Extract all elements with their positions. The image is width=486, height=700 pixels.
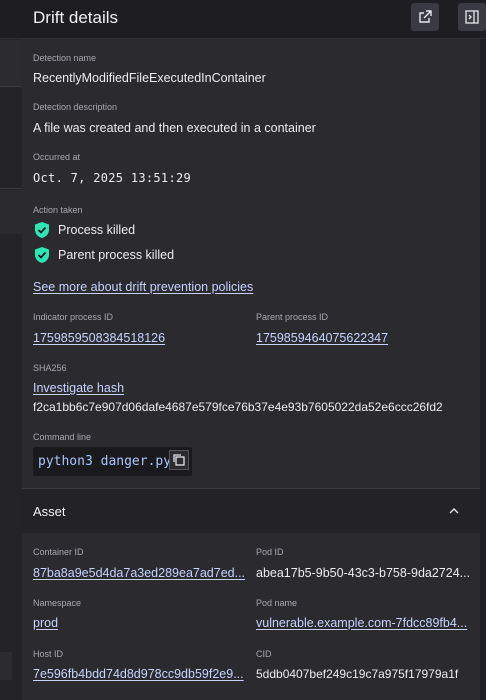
chevron-up-icon[interactable]: [446, 503, 462, 519]
drift-details-panel: Detection name RecentlyModifiedFileExecu…: [22, 39, 480, 700]
container-id-link[interactable]: 87ba8a9e5d4da7a3ed289ea7ad7ed...: [33, 566, 248, 580]
background-row: [0, 190, 22, 234]
action-taken-label: Action taken: [33, 205, 83, 215]
command-line-value: python3 danger.py: [38, 454, 172, 469]
pod-id-label: Pod ID: [256, 547, 284, 557]
indicator-process-id-link[interactable]: 1759859508384518126: [33, 331, 165, 345]
container-id-label: Container ID: [33, 547, 84, 557]
drawer-header: Drift details: [0, 0, 486, 39]
host-id-label: Host ID: [33, 649, 64, 659]
parent-process-id-label: Parent process ID: [256, 312, 329, 322]
open-external-button[interactable]: [411, 3, 439, 31]
pod-name-link[interactable]: vulnerable.example.com-7fdcc89fb4...: [256, 616, 471, 630]
occurred-at: Oct. 7, 2025 13:51:29: [33, 171, 192, 185]
drawer-title: Drift details: [33, 8, 119, 27]
asset-title: Asset: [33, 504, 66, 519]
pod-name-label: Pod name: [256, 598, 298, 608]
sha256-value: f2ca1bb6c7e907d06dafe4687e579fce76b37e4e…: [33, 400, 443, 414]
shield-check-icon: [35, 247, 49, 263]
action-item: Process killed: [58, 223, 136, 237]
background-row: [0, 652, 12, 680]
detection-description: A file was created and then executed in …: [33, 121, 316, 135]
investigate-hash-link[interactable]: Investigate hash: [33, 381, 124, 395]
namespace-link[interactable]: prod: [33, 616, 58, 630]
open-external-icon: [419, 10, 432, 23]
namespace-label: Namespace: [33, 598, 82, 608]
background-page: [0, 0, 22, 700]
command-line-label: Command line: [33, 432, 92, 442]
asset-section-header[interactable]: Asset: [22, 488, 480, 533]
sha256-label: SHA256: [33, 363, 67, 373]
command-line-box: python3 danger.py: [33, 447, 192, 476]
drift-policies-link[interactable]: See more about drift prevention policies: [33, 280, 253, 294]
cid-value: 5ddb0407bef249c19c7a975f17979a1f: [256, 667, 459, 681]
collapse-panel-icon: [465, 10, 479, 24]
detection-name-label: Detection name: [33, 53, 97, 63]
collapse-panel-button[interactable]: [458, 3, 486, 31]
scrollbar[interactable]: [480, 39, 486, 700]
occurred-at-label: Occurred at: [33, 152, 81, 162]
background-row: [0, 40, 22, 86]
action-item: Parent process killed: [58, 248, 175, 262]
cid-label: CID: [256, 649, 272, 659]
host-id-link[interactable]: 7e596fb4bdd74d8d978cc9db59f2e9...: [33, 667, 248, 681]
divider: [0, 86, 22, 87]
indicator-process-id-label: Indicator process ID: [33, 312, 114, 322]
copy-icon[interactable]: [169, 450, 189, 470]
shield-check-icon: [35, 222, 49, 238]
detection-description-label: Detection description: [33, 102, 118, 112]
divider: [0, 188, 22, 189]
parent-process-id-link[interactable]: 1759859464075622347: [256, 331, 388, 345]
pod-id: abea17b5-9b50-43c3-b758-9da2724...: [256, 566, 471, 580]
detection-name: RecentlyModifiedFileExecutedInContainer: [33, 71, 266, 85]
